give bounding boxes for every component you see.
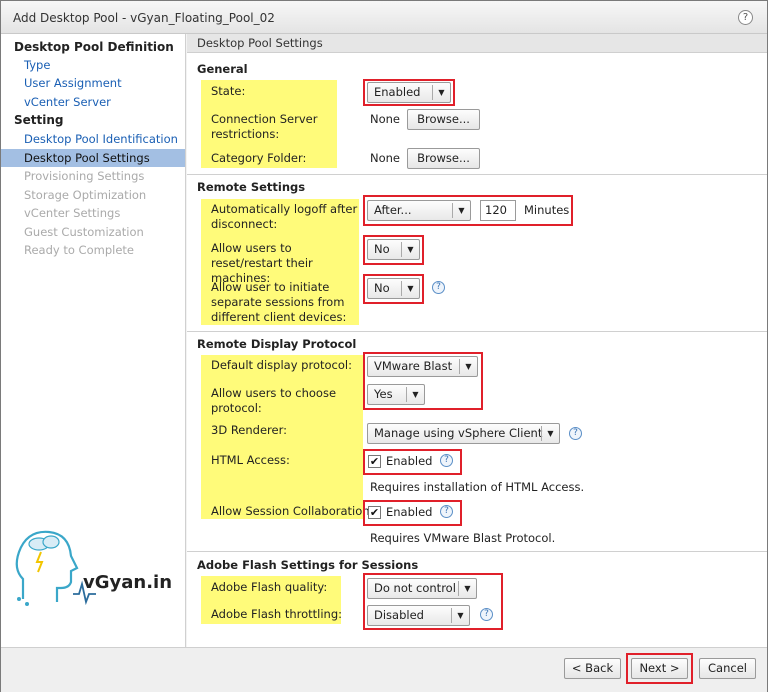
section-adobe-flash: Adobe Flash Settings for Sessions xyxy=(197,558,419,572)
flash-throttling-label: Adobe Flash throttling: xyxy=(211,607,343,621)
chevron-down-icon: ▼ xyxy=(452,203,470,218)
vgyan-logo: vGyan.in xyxy=(11,524,181,614)
sessions-select[interactable]: No ▼ xyxy=(367,278,420,299)
sidebar-item-pool-settings[interactable]: Desktop Pool Settings xyxy=(1,149,185,167)
sessions-value: No xyxy=(374,281,390,295)
html-access-note: Requires installation of HTML Access. xyxy=(370,480,585,494)
head-circuit-icon xyxy=(15,530,96,606)
default-protocol-select[interactable]: VMware Blast ▼ xyxy=(367,356,478,377)
flash-quality-select[interactable]: Do not control ▼ xyxy=(367,578,477,599)
default-protocol-label: Default display protocol: xyxy=(211,358,352,372)
sessions-label: Allow user to initiate separate sessions… xyxy=(211,280,347,324)
sidebar-item-provisioning: Provisioning Settings xyxy=(24,169,145,183)
wizard-sidebar: Desktop Pool Definition Type User Assign… xyxy=(1,34,186,647)
sidebar-item-guest-customization: Guest Customization xyxy=(24,225,144,239)
chevron-down-icon: ▼ xyxy=(401,242,419,257)
section-display-protocol: Remote Display Protocol xyxy=(197,337,357,351)
category-folder-value: None xyxy=(370,151,401,165)
dialog-title: Add Desktop Pool - vGyan_Floating_Pool_0… xyxy=(13,11,275,25)
help-icon[interactable]: ? xyxy=(440,454,453,467)
choose-protocol-value: Yes xyxy=(374,387,393,401)
help-icon[interactable]: ? xyxy=(569,427,582,440)
chevron-down-icon: ▼ xyxy=(432,85,450,100)
sidebar-item-vcenter-server[interactable]: vCenter Server xyxy=(24,93,111,111)
renderer-value: Manage using vSphere Client xyxy=(374,426,543,440)
add-desktop-pool-dialog: Add Desktop Pool - vGyan_Floating_Pool_0… xyxy=(0,0,768,692)
help-icon[interactable]: ? xyxy=(440,505,453,518)
renderer-select[interactable]: Manage using vSphere Client ▼ xyxy=(367,423,560,444)
renderer-label: 3D Renderer: xyxy=(211,423,287,437)
logoff-value: After... xyxy=(374,203,412,217)
sidebar-item-pool-identification[interactable]: Desktop Pool Identification xyxy=(24,130,178,148)
connection-restrictions-label: Connection Server restrictions: xyxy=(211,112,318,141)
default-protocol-value: VMware Blast xyxy=(374,359,453,373)
section-remote-settings: Remote Settings xyxy=(197,180,306,194)
next-button[interactable]: Next > xyxy=(631,658,688,679)
content-header: Desktop Pool Settings xyxy=(187,34,767,53)
collaboration-label: Allow Session Collaboration: xyxy=(211,504,374,518)
choose-protocol-label: Allow users to choose protocol: xyxy=(211,386,337,415)
chevron-down-icon: ▼ xyxy=(458,581,476,596)
html-access-checkbox[interactable]: ✔ xyxy=(368,455,381,468)
connection-restrictions-value: None xyxy=(370,112,401,126)
sidebar-section-setting: Setting xyxy=(14,113,64,127)
state-select[interactable]: Enabled ▼ xyxy=(367,82,451,103)
content-pane: Desktop Pool Settings General State: Ena… xyxy=(187,34,767,647)
logoff-label: Automatically logoff after disconnect: xyxy=(211,202,358,231)
section-divider xyxy=(187,551,767,552)
reset-select[interactable]: No ▼ xyxy=(367,239,420,260)
category-browse-button[interactable]: Browse... xyxy=(407,148,480,169)
collaboration-checkbox-label: Enabled xyxy=(386,505,433,519)
logo-text: vGyan.in xyxy=(83,572,173,593)
sidebar-section-definition: Desktop Pool Definition xyxy=(14,40,174,54)
sidebar-item-ready: Ready to Complete xyxy=(24,243,134,257)
section-divider xyxy=(187,174,767,175)
sidebar-item-type[interactable]: Type xyxy=(24,56,50,74)
cancel-button[interactable]: Cancel xyxy=(699,658,756,679)
sidebar-item-storage: Storage Optimization xyxy=(24,188,147,202)
help-icon[interactable]: ? xyxy=(738,10,753,25)
flash-quality-value: Do not control xyxy=(374,581,456,595)
flash-quality-label: Adobe Flash quality: xyxy=(211,580,328,594)
logoff-select[interactable]: After... ▼ xyxy=(367,200,471,221)
sidebar-item-user-assignment[interactable]: User Assignment xyxy=(24,74,122,92)
chevron-down-icon: ▼ xyxy=(451,608,469,623)
help-icon[interactable]: ? xyxy=(480,608,493,621)
flash-throttling-select[interactable]: Disabled ▼ xyxy=(367,605,470,626)
connection-browse-button[interactable]: Browse... xyxy=(407,109,480,130)
state-value: Enabled xyxy=(374,85,421,99)
choose-protocol-select[interactable]: Yes ▼ xyxy=(367,384,425,405)
chevron-down-icon: ▼ xyxy=(401,281,419,296)
flash-throttling-value: Disabled xyxy=(374,608,424,622)
collaboration-checkbox[interactable]: ✔ xyxy=(368,506,381,519)
sidebar-item-vcenter-settings: vCenter Settings xyxy=(24,206,121,220)
dialog-footer: < Back Next > Cancel xyxy=(1,647,767,692)
chevron-down-icon: ▼ xyxy=(459,359,477,374)
section-general: General xyxy=(197,62,248,76)
section-divider xyxy=(187,331,767,332)
chevron-down-icon: ▼ xyxy=(406,387,424,402)
help-icon[interactable]: ? xyxy=(432,281,445,294)
title-bar: Add Desktop Pool - vGyan_Floating_Pool_0… xyxy=(1,1,767,34)
chevron-down-icon: ▼ xyxy=(541,426,559,441)
html-access-checkbox-label: Enabled xyxy=(386,454,433,468)
collaboration-note: Requires VMware Blast Protocol. xyxy=(370,531,556,545)
html-access-label: HTML Access: xyxy=(211,453,290,467)
logoff-minutes-input[interactable]: 120 xyxy=(480,200,516,221)
state-label: State: xyxy=(211,84,246,98)
back-button[interactable]: < Back xyxy=(564,658,621,679)
category-folder-label: Category Folder: xyxy=(211,151,307,165)
minutes-label: Minutes xyxy=(524,203,570,217)
reset-value: No xyxy=(374,242,390,256)
